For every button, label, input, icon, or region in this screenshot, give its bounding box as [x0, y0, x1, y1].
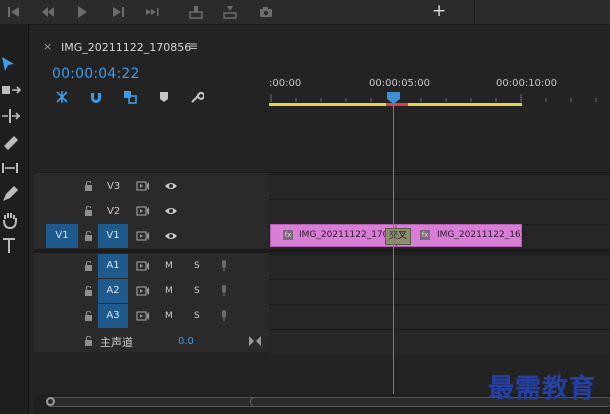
sync-lock-icon[interactable]	[136, 181, 150, 191]
fx-badge: fx	[283, 230, 293, 240]
divider	[34, 172, 610, 173]
lock-icon[interactable]	[84, 286, 93, 296]
ripple-edit-icon[interactable]	[0, 106, 22, 126]
track-header-v2[interactable]: V2	[34, 199, 269, 223]
hand-icon[interactable]	[0, 210, 22, 230]
track-target-a2[interactable]: A2	[98, 279, 128, 303]
ruler-label-0: :00:00	[269, 78, 302, 89]
tools-panel	[0, 24, 29, 414]
lock-icon[interactable]	[84, 231, 93, 241]
pen-icon[interactable]	[0, 184, 22, 204]
solo-button[interactable]: S	[194, 286, 200, 296]
audio-tracks: A1 M S A2 M S A3 M S 主声道 0.0	[34, 254, 269, 350]
track-target-a1[interactable]: A1	[98, 254, 128, 278]
microphone-icon[interactable]	[220, 260, 228, 272]
mute-button[interactable]: M	[165, 261, 173, 271]
solo-button[interactable]: S	[194, 311, 200, 321]
sequence-tab-title[interactable]: IMG_20211122_170856	[61, 41, 191, 54]
selection-tool-icon[interactable]	[0, 54, 22, 74]
lock-icon[interactable]	[84, 206, 93, 216]
playhead-timecode[interactable]: 00:00:04:22	[52, 66, 140, 82]
insert-icon[interactable]	[188, 4, 204, 20]
solo-button[interactable]: S	[194, 261, 200, 271]
sync-lock-icon[interactable]	[136, 206, 150, 216]
mute-button[interactable]: M	[165, 286, 173, 296]
playhead-line[interactable]	[393, 94, 394, 394]
track-name: V2	[107, 206, 121, 217]
overwrite-icon[interactable]	[222, 4, 238, 20]
ruler-ticks	[270, 94, 597, 102]
clip-label: IMG_20211122_170	[299, 230, 389, 240]
fx-badge: fx	[420, 230, 430, 240]
type-tool-icon[interactable]	[0, 236, 22, 256]
step-forward-icon[interactable]	[110, 4, 126, 20]
lock-icon[interactable]	[84, 311, 93, 321]
divider	[474, 0, 475, 24]
track-lane-a1[interactable]	[269, 254, 610, 279]
track-lane-a3[interactable]	[269, 304, 610, 329]
close-icon[interactable]: ×	[43, 40, 52, 53]
timeline-tab-bar: × IMG_20211122_170856 ≡	[34, 36, 610, 60]
cross-dissolve-transition[interactable]: 交叉	[385, 228, 411, 245]
nest-icon[interactable]	[55, 90, 69, 104]
add-marker-icon[interactable]	[158, 91, 170, 103]
video-clip-2[interactable]: fx IMG_20211122_163	[396, 224, 526, 247]
clip-label: IMG_20211122_163	[437, 230, 527, 240]
eye-icon[interactable]	[164, 181, 178, 191]
video-clip-1[interactable]: fx IMG_20211122_170	[270, 224, 396, 247]
lock-icon[interactable]	[84, 181, 93, 191]
track-lane-a2[interactable]	[269, 279, 610, 304]
master-volume-value[interactable]: 0.0	[178, 336, 194, 347]
sync-lock-icon[interactable]	[136, 231, 150, 241]
video-audio-divider[interactable]	[34, 249, 610, 253]
linked-selection-icon[interactable]	[123, 90, 137, 104]
go-to-out-icon[interactable]	[144, 4, 160, 20]
camera-icon[interactable]	[258, 4, 274, 20]
eye-icon[interactable]	[164, 206, 178, 216]
razor-icon[interactable]	[0, 132, 22, 152]
track-lane-v2[interactable]	[269, 199, 610, 224]
track-header-a1[interactable]: A1 M S	[34, 254, 269, 278]
sync-lock-icon[interactable]	[136, 286, 150, 296]
sync-lock-icon[interactable]	[136, 261, 150, 271]
track-lane-master[interactable]	[269, 329, 610, 354]
track-target-a3[interactable]: A3	[98, 304, 128, 328]
mute-button[interactable]: M	[165, 311, 173, 321]
master-track-label: 主声道	[100, 336, 133, 349]
track-header-a3[interactable]: A3 M S	[34, 304, 269, 328]
microphone-icon[interactable]	[220, 310, 228, 322]
scroll-thumb-left[interactable]	[46, 397, 266, 407]
panel-menu-icon[interactable]: ≡	[188, 39, 198, 53]
lock-icon[interactable]	[84, 261, 93, 271]
track-header-a2[interactable]: A2 M S	[34, 279, 269, 303]
snap-icon[interactable]	[89, 90, 103, 104]
go-to-end-icon[interactable]	[249, 336, 261, 346]
track-header-v1[interactable]: V1 V1	[34, 224, 269, 248]
lock-icon[interactable]	[84, 336, 93, 346]
track-header-master[interactable]: 主声道 0.0	[34, 329, 269, 353]
video-tracks: V3 V2 V1 V1	[34, 174, 269, 249]
track-header-v3[interactable]: V3	[34, 174, 269, 198]
slip-icon[interactable]	[0, 158, 22, 178]
eye-icon[interactable]	[164, 231, 178, 241]
ruler-label-10s: 00:00:10:00	[496, 78, 558, 89]
microphone-icon[interactable]	[220, 285, 228, 297]
step-back-icon[interactable]	[6, 4, 22, 20]
track-target-v1[interactable]: V1	[98, 224, 128, 248]
track-lane-v3[interactable]	[269, 174, 610, 199]
transport-bar: +	[0, 0, 610, 25]
source-patch-v1[interactable]: V1	[46, 224, 78, 248]
watermark-text: 最需教育	[488, 374, 597, 404]
play-icon[interactable]	[74, 4, 90, 20]
track-name: V3	[107, 181, 121, 192]
ruler-label-5s: 00:00:05:00	[369, 78, 431, 89]
rewind-icon[interactable]	[40, 4, 56, 20]
track-select-icon[interactable]	[0, 80, 22, 100]
wrench-icon[interactable]	[190, 90, 204, 104]
time-ruler[interactable]: :00:00 00:00:05:00 00:00:10:00	[269, 60, 610, 108]
scroll-handle[interactable]	[46, 397, 55, 406]
sync-lock-icon[interactable]	[136, 311, 150, 321]
add-button[interactable]: +	[432, 1, 446, 21]
